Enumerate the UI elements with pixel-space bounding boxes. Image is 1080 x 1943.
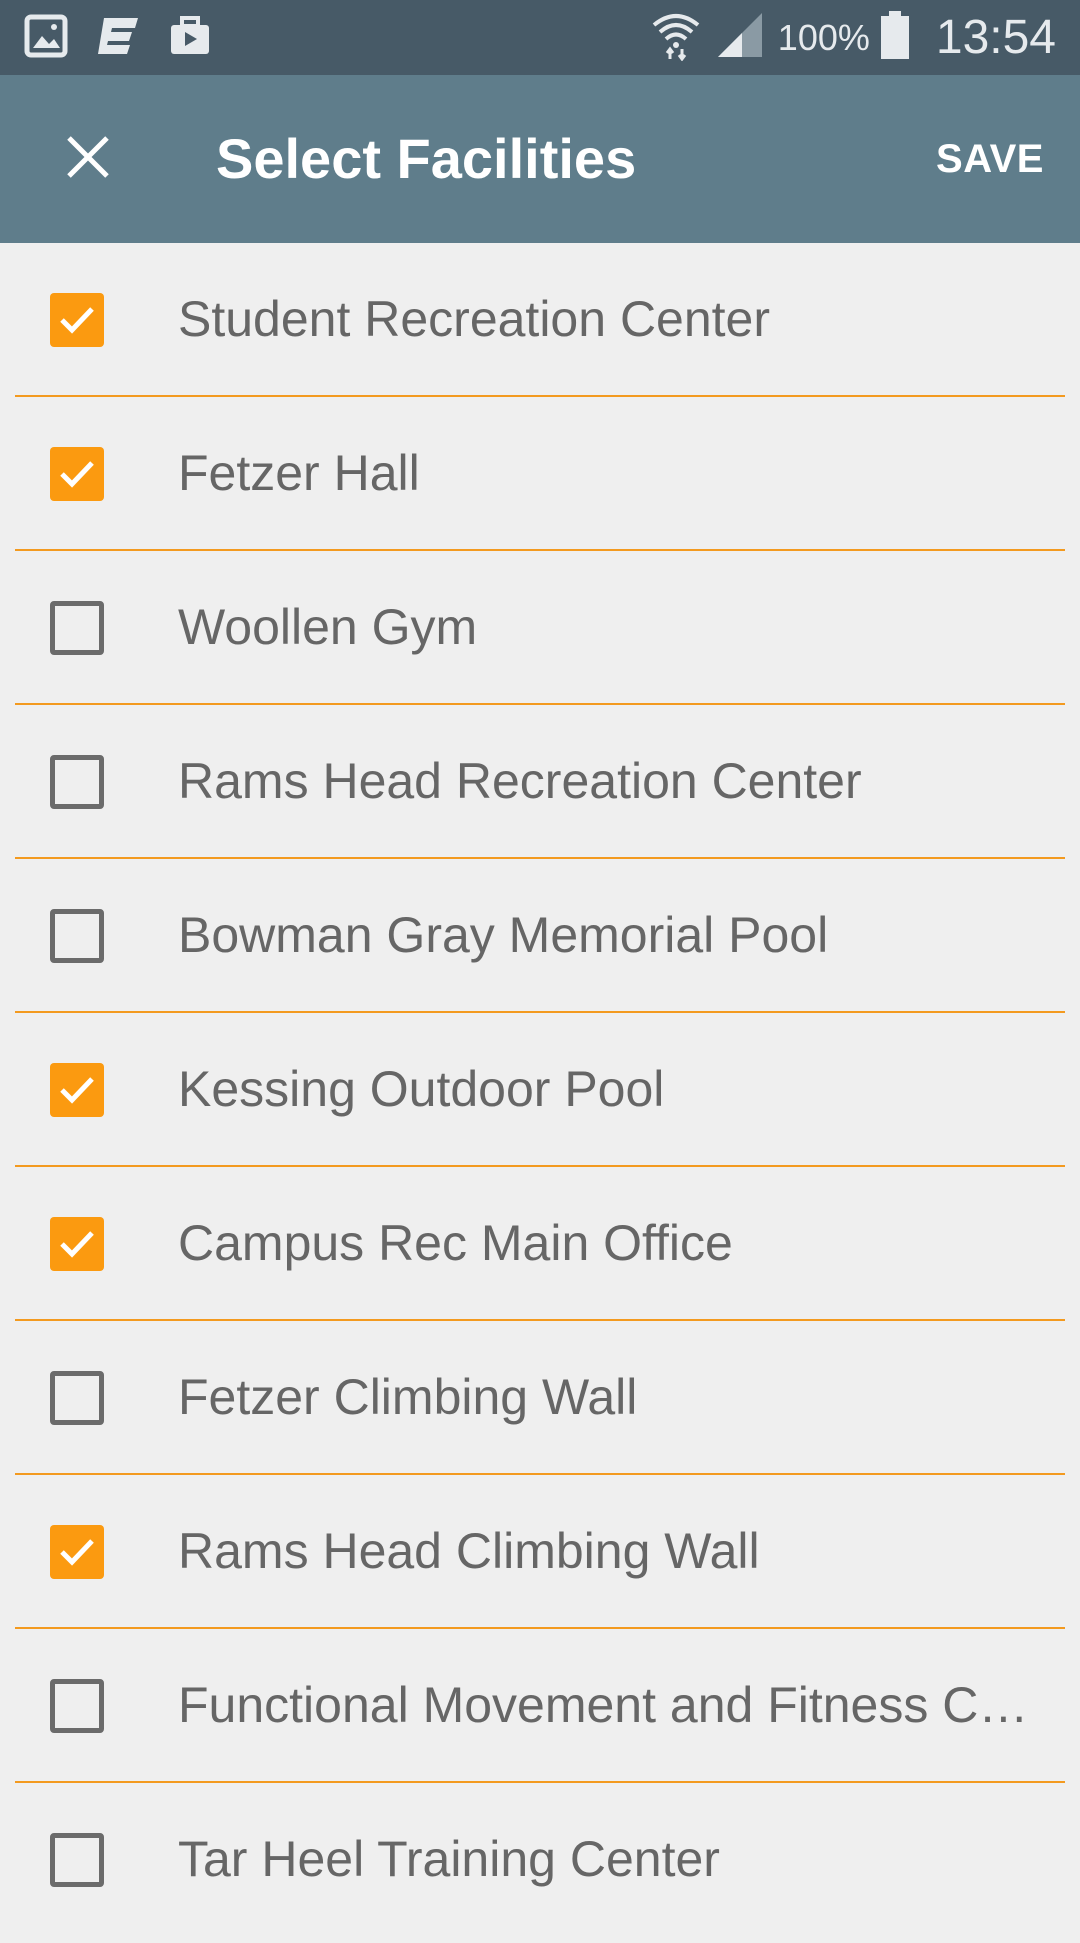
list-item[interactable]: Rams Head Climbing Wall xyxy=(0,1475,1080,1629)
list-item[interactable]: Bowman Gray Memorial Pool xyxy=(0,859,1080,1013)
list-item[interactable]: Functional Movement and Fitness Center xyxy=(0,1629,1080,1783)
check-icon xyxy=(60,1539,94,1566)
list-item[interactable]: Rams Head Recreation Center xyxy=(0,705,1080,859)
cell-signal-icon xyxy=(716,11,764,64)
briefcase-icon xyxy=(168,14,212,63)
gallery-icon xyxy=(24,14,68,63)
battery-percent: 100% xyxy=(777,16,870,58)
check-icon xyxy=(60,461,94,488)
list-item-label: Tar Heel Training Center xyxy=(178,1831,720,1887)
check-icon xyxy=(60,1077,94,1104)
list-item[interactable]: Fetzer Hall xyxy=(0,397,1080,551)
page-title: Select Facilities xyxy=(216,127,637,190)
checkbox[interactable] xyxy=(50,1063,104,1117)
list-item-label: Kessing Outdoor Pool xyxy=(178,1061,665,1117)
status-left-icons xyxy=(24,14,240,62)
checkbox[interactable] xyxy=(50,755,104,809)
clock: 13:54 xyxy=(935,11,1056,64)
close-button[interactable] xyxy=(44,115,132,203)
checkbox[interactable] xyxy=(50,1833,104,1887)
list-item[interactable]: Kessing Outdoor Pool xyxy=(0,1013,1080,1167)
list-item-label: Fetzer Hall xyxy=(178,445,420,501)
wifi-icon xyxy=(650,9,702,66)
list-item[interactable]: Campus Rec Main Office xyxy=(0,1167,1080,1321)
check-icon xyxy=(60,307,94,334)
list-item[interactable]: Woollen Gym xyxy=(0,551,1080,705)
list-item-label: Woollen Gym xyxy=(178,599,478,655)
checkbox[interactable] xyxy=(50,909,104,963)
checkbox[interactable] xyxy=(50,601,104,655)
checkbox[interactable] xyxy=(50,293,104,347)
list-item-label: Rams Head Recreation Center xyxy=(178,753,862,809)
list-item[interactable]: Tar Heel Training Center xyxy=(0,1783,1080,1943)
list-item-label: Student Recreation Center xyxy=(178,291,771,347)
checkbox[interactable] xyxy=(50,447,104,501)
list-item[interactable]: Fetzer Climbing Wall xyxy=(0,1321,1080,1475)
checkbox[interactable] xyxy=(50,1679,104,1733)
status-right-icons: 100% 13:54 xyxy=(650,0,1056,75)
list-item-label: Functional Movement and Fitness Center xyxy=(178,1677,1044,1733)
facility-list: Student Recreation Center Fetzer Hall Wo… xyxy=(0,243,1080,1943)
list-item[interactable]: Student Recreation Center xyxy=(0,243,1080,397)
save-button[interactable]: SAVE xyxy=(936,75,1044,243)
checkbox[interactable] xyxy=(50,1217,104,1271)
list-item-label: Campus Rec Main Office xyxy=(178,1215,733,1271)
check-icon xyxy=(60,1231,94,1258)
checkbox[interactable] xyxy=(50,1525,104,1579)
list-item-label: Rams Head Climbing Wall xyxy=(178,1523,760,1579)
status-bar: 100% 13:54 xyxy=(0,0,1080,75)
checkbox[interactable] xyxy=(50,1371,104,1425)
close-icon xyxy=(65,134,111,185)
list-item-label: Fetzer Climbing Wall xyxy=(178,1369,638,1425)
list-item-label: Bowman Gray Memorial Pool xyxy=(178,907,829,963)
app-bar: Select Facilities SAVE xyxy=(0,75,1080,243)
app-e-icon xyxy=(96,14,140,63)
battery-icon xyxy=(880,10,910,65)
